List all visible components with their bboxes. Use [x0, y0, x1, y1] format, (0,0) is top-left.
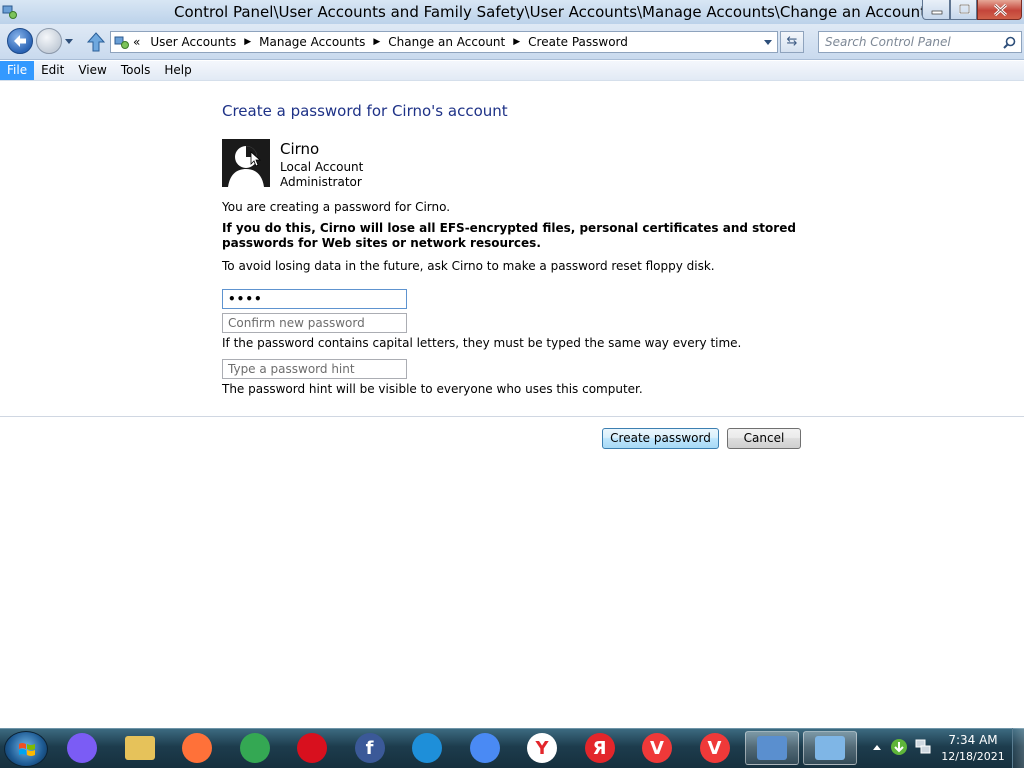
taskbar-item-edge[interactable] — [400, 731, 454, 765]
vivaldi-2-icon: V — [699, 733, 730, 763]
start-button[interactable] — [4, 731, 48, 767]
taskbar-item-vivaldi-2[interactable]: V — [688, 731, 742, 765]
chrome-icon — [239, 733, 270, 763]
yandex-icon: Y — [527, 733, 557, 763]
address-bar[interactable]: « User Accounts ▶ Manage Accounts ▶ Chan… — [110, 31, 778, 53]
navigation-bar: « User Accounts ▶ Manage Accounts ▶ Chan… — [0, 24, 1024, 60]
user-silhouette-icon — [228, 146, 264, 187]
main-content: Create a password for Cirno's account Ci… — [0, 82, 1024, 728]
back-arrow-icon — [14, 35, 26, 47]
taskbar-item-chromium[interactable] — [458, 731, 512, 765]
address-dropdown-chevron-icon[interactable] — [763, 39, 773, 47]
edge-icon — [412, 733, 442, 763]
taskbar-item-opera[interactable] — [285, 731, 339, 765]
clock-date[interactable]: 12/18/2021 — [938, 750, 1008, 763]
minimize-icon — [931, 10, 943, 15]
confirm-password-field[interactable]: Confirm new password — [222, 313, 407, 333]
minimize-button[interactable] — [922, 0, 950, 20]
breadcrumb-separator-icon[interactable]: ▶ — [373, 37, 380, 47]
breadcrumb-separator-icon[interactable]: ▶ — [244, 37, 251, 47]
taskbar-item-folder[interactable] — [113, 731, 167, 765]
control-panel-icon — [814, 736, 845, 760]
breadcrumb-user-accounts[interactable]: User Accounts — [150, 35, 236, 49]
password-hint-note: The password hint will be visible to eve… — [222, 382, 643, 396]
show-hidden-icons-chevron-icon[interactable] — [872, 743, 882, 751]
up-arrow-icon[interactable] — [87, 32, 105, 52]
breadcrumb-overflow[interactable]: « — [133, 35, 140, 49]
search-placeholder: Search Control Panel — [825, 35, 951, 49]
refresh-icon: ⇆ — [786, 34, 798, 49]
new-password-field[interactable]: •••• — [222, 289, 407, 309]
torrent-tray-icon[interactable] — [890, 738, 908, 756]
menu-bar: File Edit View Tools Help — [0, 61, 1024, 81]
refresh-button[interactable]: ⇆ — [780, 31, 804, 53]
account-role: Administrator — [280, 175, 362, 189]
window-title: Control Panel\User Accounts and Family S… — [174, 3, 942, 21]
create-password-button[interactable]: Create password — [602, 428, 719, 449]
menu-view[interactable]: View — [71, 61, 113, 80]
breadcrumb-separator-icon[interactable]: ▶ — [513, 37, 520, 47]
menu-file[interactable]: File — [0, 61, 35, 80]
menu-tools[interactable]: Tools — [114, 61, 158, 80]
recent-pages-chevron-icon[interactable] — [64, 38, 74, 46]
yandex-browser-icon: Я — [584, 733, 615, 763]
account-name: Cirno — [280, 140, 320, 158]
alice-icon — [67, 733, 97, 763]
taskbar-item-chrome[interactable] — [228, 731, 282, 765]
remote-desktop-icon — [757, 736, 787, 760]
folder-icon — [124, 736, 155, 760]
opera-icon — [297, 733, 327, 763]
taskbar-item-facebook[interactable]: f — [343, 731, 397, 765]
breadcrumb-manage-accounts[interactable]: Manage Accounts — [259, 35, 365, 49]
close-icon — [993, 3, 1008, 17]
show-desktop-button[interactable] — [1012, 728, 1024, 768]
facebook-icon: f — [354, 733, 385, 763]
cancel-button[interactable]: Cancel — [727, 428, 801, 449]
page-title: Create a password for Cirno's account — [222, 102, 508, 120]
search-icon[interactable] — [1003, 36, 1016, 49]
windows-logo-icon — [19, 743, 35, 756]
reset-disk-info-text: To avoid losing data in the future, ask … — [222, 259, 715, 273]
taskbar-item-vivaldi[interactable]: V — [630, 731, 684, 765]
taskbar-item-remote-desktop[interactable] — [745, 731, 799, 765]
menu-edit[interactable]: Edit — [34, 61, 71, 80]
clock-time[interactable]: 7:34 AM — [938, 733, 1008, 747]
restore-icon — [959, 4, 970, 14]
title-bar: Control Panel\User Accounts and Family S… — [0, 0, 1024, 24]
taskbar-item-yandex[interactable]: Y — [515, 731, 569, 765]
control-panel-small-icon — [114, 36, 129, 49]
network-tray-icon[interactable] — [914, 738, 932, 756]
back-button[interactable] — [7, 28, 33, 54]
capital-letters-note: If the password contains capital letters… — [222, 336, 742, 350]
breadcrumb-create-password[interactable]: Create Password — [528, 35, 628, 49]
taskbar-item-alice[interactable] — [55, 731, 109, 765]
restore-button[interactable] — [950, 0, 977, 20]
forward-button[interactable] — [36, 28, 62, 54]
efs-warning-text: If you do this, Cirno will lose all EFS-… — [222, 221, 796, 250]
user-avatar — [222, 139, 270, 187]
close-button[interactable] — [977, 0, 1022, 20]
account-type: Local Account — [280, 160, 364, 174]
vivaldi-icon: V — [642, 733, 672, 763]
divider — [0, 416, 1024, 417]
menu-help[interactable]: Help — [157, 61, 198, 80]
breadcrumb-change-an-account[interactable]: Change an Account — [388, 35, 505, 49]
info-creating-text: You are creating a password for Cirno. — [222, 200, 451, 214]
taskbar-item-control-panel[interactable] — [802, 731, 857, 765]
taskbar-item-firefox[interactable] — [170, 731, 224, 765]
password-hint-field[interactable]: Type a password hint — [222, 359, 407, 379]
firefox-icon — [182, 733, 212, 763]
taskbar-item-yandex-browser[interactable]: Я — [573, 731, 627, 765]
chromium-icon — [469, 733, 500, 763]
search-input[interactable]: Search Control Panel — [818, 31, 1022, 53]
